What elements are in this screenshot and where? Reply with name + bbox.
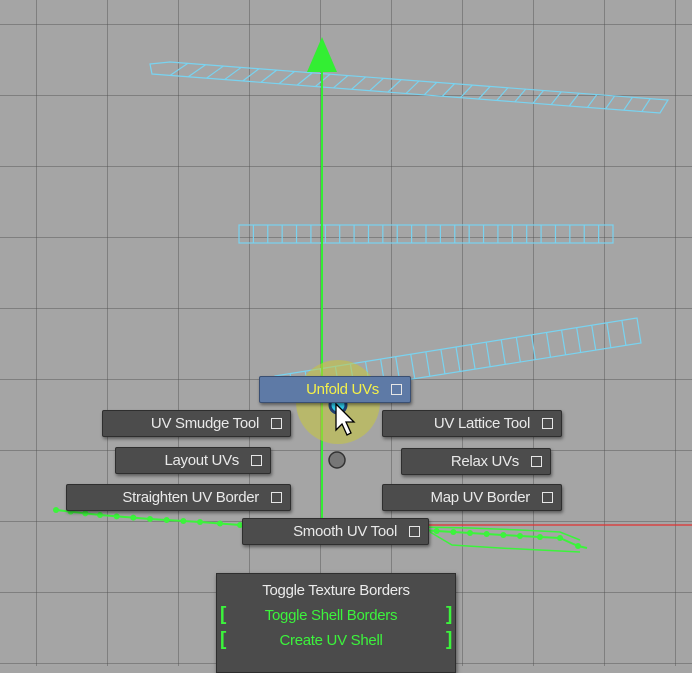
uv-vertex-dot — [97, 512, 103, 518]
layout-uvs-item[interactable]: Layout UVs — [115, 447, 271, 474]
hotkey-bracket-right: ] — [445, 604, 452, 625]
uv-shell-top[interactable] — [149, 61, 670, 114]
uv-shell-middle[interactable] — [238, 224, 614, 244]
option-box-icon[interactable] — [409, 526, 420, 537]
unfold-uvs-label: Unfold UVs — [306, 381, 379, 398]
marking-menu-overflow-list: Toggle Texture Borders [ Toggle Shell Bo… — [216, 573, 456, 673]
option-box-icon[interactable] — [542, 418, 553, 429]
uv-vertex-dot — [217, 520, 223, 527]
uv-lattice-tool-label: UV Lattice Tool — [433, 415, 530, 432]
uv-vertex-dot — [130, 514, 137, 521]
hotkey-bracket-left: [ — [220, 629, 227, 650]
uv-scene — [53, 37, 692, 553]
uv-vertex-dot — [163, 517, 170, 523]
uv-lattice-tool-item[interactable]: UV Lattice Tool — [382, 410, 562, 437]
uv-vertex-dot — [575, 543, 581, 549]
create-uv-shell-item[interactable]: [ Create UV Shell ] — [217, 628, 455, 652]
hotkey-bracket-left: [ — [220, 604, 227, 625]
toggle-shell-borders-label: Toggle Shell Borders — [264, 606, 398, 624]
uv-vertex-dot — [147, 516, 153, 522]
uv-vertex-dot — [180, 518, 187, 524]
option-box-icon[interactable] — [271, 418, 282, 429]
uv-smudge-tool-item[interactable]: UV Smudge Tool — [102, 410, 291, 437]
uv-vertex-dot — [517, 533, 523, 539]
straighten-uv-border-label: Straighten UV Border — [122, 489, 259, 506]
smooth-uv-tool-label: Smooth UV Tool — [293, 523, 397, 540]
map-uv-border-item[interactable]: Map UV Border — [382, 484, 562, 511]
uv-vertex-dot — [113, 513, 120, 520]
move-manipulator[interactable] — [307, 37, 337, 525]
option-box-icon[interactable] — [531, 456, 542, 467]
toggle-texture-borders-item[interactable]: Toggle Texture Borders — [217, 578, 455, 602]
uv-vertex-dot — [500, 532, 507, 538]
uv-vertex-dot — [197, 519, 203, 525]
hotkey-bracket-right: ] — [445, 629, 452, 650]
option-box-icon[interactable] — [271, 492, 282, 503]
relax-uvs-label: Relax UVs — [450, 453, 519, 470]
uv-vertex-dot — [483, 531, 490, 537]
uv-vertex-dot — [467, 530, 473, 536]
uv-vertex-dot — [450, 529, 457, 535]
unfold-uvs-item[interactable]: Unfold UVs — [259, 376, 411, 403]
uv-vertex-dot — [433, 528, 440, 534]
toggle-texture-borders-label: Toggle Texture Borders — [262, 581, 410, 599]
smooth-uv-tool-item[interactable]: Smooth UV Tool — [242, 518, 429, 545]
map-uv-border-label: Map UV Border — [430, 489, 531, 506]
uv-vertex-dot — [82, 510, 89, 517]
toggle-shell-borders-item[interactable]: [ Toggle Shell Borders ] — [217, 603, 455, 627]
marking-menu-gesture-point — [328, 451, 346, 469]
uv-smudge-tool-label: UV Smudge Tool — [150, 415, 259, 432]
create-uv-shell-label: Create UV Shell — [279, 631, 383, 649]
straighten-uv-border-item[interactable]: Straighten UV Border — [66, 484, 291, 511]
option-box-icon[interactable] — [251, 455, 262, 466]
uv-vertex-dot — [537, 534, 543, 540]
uv-vertex-dot — [53, 507, 59, 513]
uv-vertex-dot — [557, 535, 563, 541]
manipulator-arrow-icon[interactable] — [307, 37, 337, 72]
option-box-icon[interactable] — [391, 384, 402, 395]
relax-uvs-item[interactable]: Relax UVs — [401, 448, 551, 475]
layout-uvs-label: Layout UVs — [164, 452, 239, 469]
option-box-icon[interactable] — [542, 492, 553, 503]
